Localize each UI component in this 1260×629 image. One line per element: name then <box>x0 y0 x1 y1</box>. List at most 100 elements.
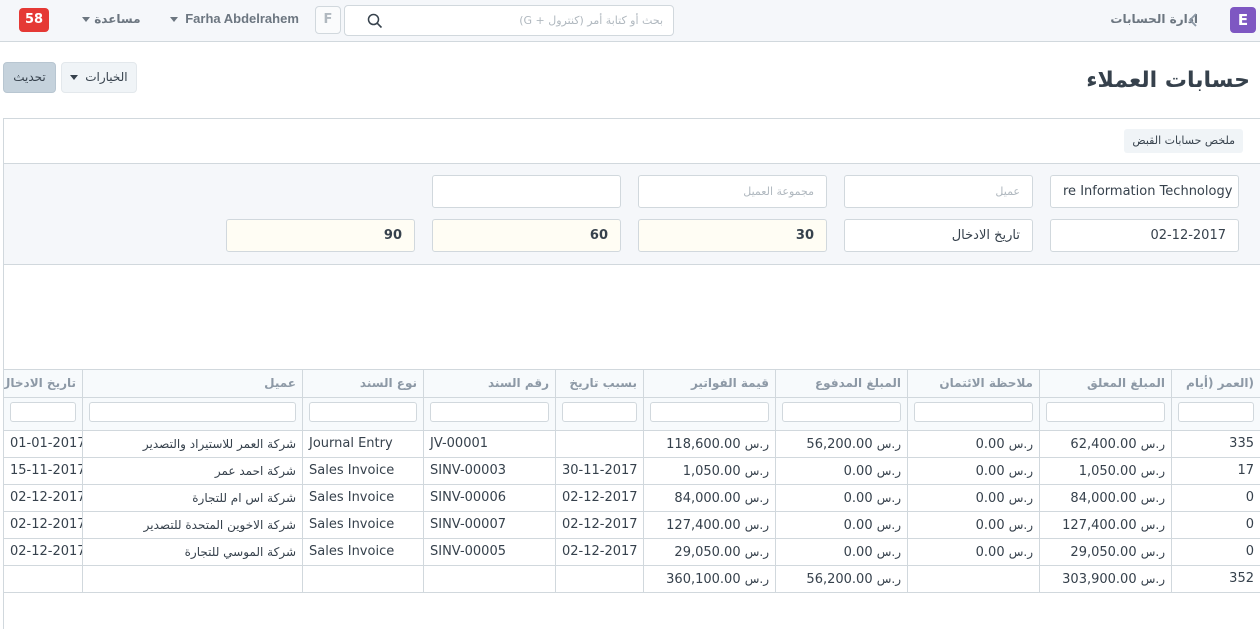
notification-badge[interactable]: 58 <box>19 8 49 32</box>
column-header[interactable]: ملاحظة الائتمان <box>908 370 1040 397</box>
report-toolbar: ملخص حسابات القبض <box>4 119 1260 164</box>
cell-posting-date: 02-12-2017 <box>4 512 83 538</box>
cell-customer: شركة الموسي للتجارة <box>83 539 303 565</box>
currency-symbol: ر.س <box>1008 437 1033 451</box>
amount-value: 0.00 <box>975 491 1005 506</box>
cell-invoiced: 29,050.00 ر.س <box>644 539 776 565</box>
column-filter-input[interactable] <box>430 402 549 422</box>
currency-symbol: ر.س <box>1140 464 1165 478</box>
currency-symbol: ر.س <box>744 464 769 478</box>
total-outstanding: 303,900.00 ر.س <box>1040 566 1172 592</box>
column-header[interactable]: تاريخ الادخال <box>4 370 83 397</box>
cell-voucher-no: SINV-00007 <box>424 512 556 538</box>
amount-value: 29,050.00 <box>1070 545 1137 560</box>
summary-button[interactable]: ملخص حسابات القبض <box>1124 129 1243 153</box>
range3-field[interactable]: 90 <box>226 219 415 252</box>
column-filter-input[interactable] <box>782 402 901 422</box>
column-filter-input[interactable] <box>1178 402 1254 422</box>
date-field[interactable]: 02-12-2017 <box>1050 219 1239 252</box>
cell-paid: 0.00 ر.س <box>776 458 908 484</box>
column-header[interactable]: بسبب تاريخ <box>556 370 644 397</box>
column-filter-input[interactable] <box>1046 402 1165 422</box>
column-header[interactable]: عميل <box>83 370 303 397</box>
cell-due-date: 02-12-2017 <box>556 512 644 538</box>
chevron-left-icon <box>1188 13 1197 27</box>
user-dropdown[interactable]: Farha Abdelrahem <box>170 11 299 26</box>
cell-paid: 0.00 ر.س <box>776 512 908 538</box>
amount-value: 0.00 <box>843 545 873 560</box>
cell-voucher-no: JV-00001 <box>424 431 556 457</box>
currency-symbol: ر.س <box>1008 464 1033 478</box>
column-filter-cell <box>424 398 556 430</box>
amount-value: 0.00 <box>975 464 1005 479</box>
help-dropdown[interactable]: مساعدة <box>82 12 141 26</box>
cell-customer: شركة الاخوين المتحدة للتصدير <box>83 512 303 538</box>
column-header[interactable]: المبلغ المدفوع <box>776 370 908 397</box>
cell-invoiced: 84,000.00 ر.س <box>644 485 776 511</box>
currency-symbol: ر.س <box>744 518 769 532</box>
cell-age: 17 <box>1172 458 1260 484</box>
range1-field[interactable]: 30 <box>638 219 827 252</box>
currency-symbol: ر.س <box>1140 545 1165 559</box>
refresh-button[interactable]: تحديث <box>3 62 56 93</box>
column-header[interactable]: المبلغ المعلق <box>1040 370 1172 397</box>
table-row[interactable]: 335 62,400.00 ر.س 0.00 ر.س 56,200.00 ر.س 118… <box>4 431 1260 458</box>
amount-value: 0.00 <box>975 437 1005 452</box>
cell-due-date <box>556 431 644 457</box>
amount-value: 118,600.00 <box>666 437 741 452</box>
currency-symbol: ر.س <box>744 491 769 505</box>
amount-value: 303,900.00 <box>1062 572 1137 587</box>
company-field[interactable]: re Information Technology <box>1050 175 1239 208</box>
cell-outstanding: 84,000.00 ر.س <box>1040 485 1172 511</box>
cell-credit-note: 0.00 ر.س <box>908 485 1040 511</box>
column-filter-input[interactable] <box>562 402 637 422</box>
options-button[interactable]: الخيارات <box>61 62 137 93</box>
currency-symbol: ر.س <box>876 518 901 532</box>
column-header[interactable]: (العمر (أيام <box>1172 370 1260 397</box>
column-filter-input[interactable] <box>89 402 296 422</box>
search-placeholder: بحث أو كتابة أمر (كنترول + G) <box>519 14 663 27</box>
customer-group-field[interactable]: مجموعة العميل <box>638 175 827 208</box>
range2-field[interactable]: 60 <box>432 219 621 252</box>
currency-symbol: ر.س <box>1140 437 1165 451</box>
cell-paid: 0.00 ر.س <box>776 539 908 565</box>
column-filter-input[interactable] <box>309 402 417 422</box>
cell-customer: شركة اس ام للتجارة <box>83 485 303 511</box>
currency-symbol: ر.س <box>744 572 769 586</box>
extra-filter-field[interactable] <box>432 175 621 208</box>
table-row[interactable]: 0 127,400.00 ر.س 0.00 ر.س 0.00 ر.س 127,400.0… <box>4 512 1260 539</box>
column-header[interactable]: رقم السند <box>424 370 556 397</box>
filter-area: re Information Technology عميل مجموعة ال… <box>4 164 1260 265</box>
column-header[interactable]: قيمة الفواتير <box>644 370 776 397</box>
column-filter-cell <box>303 398 424 430</box>
column-filter-cell <box>1040 398 1172 430</box>
cell-paid: 0.00 ر.س <box>776 485 908 511</box>
cell-age: 0 <box>1172 485 1260 511</box>
app-logo[interactable]: E <box>1230 7 1256 33</box>
cell-voucher-type: Sales Invoice <box>303 458 424 484</box>
column-header[interactable]: نوع السند <box>303 370 424 397</box>
customer-field[interactable]: عميل <box>844 175 1033 208</box>
column-filter-cell <box>776 398 908 430</box>
column-filter-input[interactable] <box>10 402 76 422</box>
column-filter-cell <box>556 398 644 430</box>
total-customer <box>83 566 303 592</box>
cell-customer: شركة احمد عمر <box>83 458 303 484</box>
column-filter-input[interactable] <box>914 402 1033 422</box>
breadcrumb[interactable]: ادارة الحسابات <box>1110 12 1198 26</box>
total-credit-note <box>908 566 1040 592</box>
total-voucher-type <box>303 566 424 592</box>
search-input[interactable]: بحث أو كتابة أمر (كنترول + G) <box>344 5 674 36</box>
table-row[interactable]: 0 84,000.00 ر.س 0.00 ر.س 0.00 ر.س 84,000.00 … <box>4 485 1260 512</box>
currency-symbol: ر.س <box>876 545 901 559</box>
cell-due-date: 30-11-2017 <box>556 458 644 484</box>
table-row[interactable]: 17 1,050.00 ر.س 0.00 ر.س 0.00 ر.س 1,050.00 ر… <box>4 458 1260 485</box>
table-row[interactable]: 0 29,050.00 ر.س 0.00 ر.س 0.00 ر.س 29,050.00 … <box>4 539 1260 566</box>
column-filter-input[interactable] <box>650 402 769 422</box>
currency-symbol: ر.س <box>876 437 901 451</box>
avatar[interactable]: F <box>315 6 341 34</box>
amount-value: 0.00 <box>975 518 1005 533</box>
ageing-based-on-field[interactable]: تاريخ الادخال <box>844 219 1033 252</box>
cell-voucher-no: SINV-00005 <box>424 539 556 565</box>
cell-voucher-type: Journal Entry <box>303 431 424 457</box>
